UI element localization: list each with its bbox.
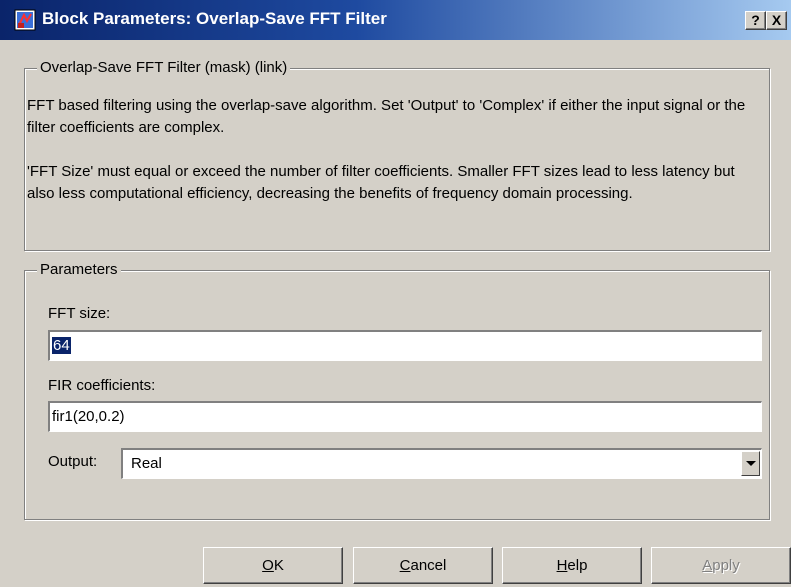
fft-size-input[interactable]: 64 [48, 330, 762, 361]
parameters-legend: Parameters [37, 261, 121, 278]
description-paragraph-1: FFT based filtering using the overlap-sa… [27, 97, 746, 136]
fft-size-value: 64 [52, 337, 71, 354]
output-label: Output: [48, 453, 98, 470]
cancel-label-rest: ancel [410, 556, 447, 574]
description-legend: Overlap-Save FFT Filter (mask) (link) [37, 59, 291, 76]
fir-coefficients-value: fir1(20,0.2) [52, 408, 125, 425]
ok-button[interactable]: OK [203, 547, 343, 584]
output-selected-value: Real [131, 455, 162, 472]
ok-mnemonic: O [262, 556, 274, 574]
fft-size-label: FFT size: [48, 305, 111, 322]
output-select[interactable]: Real [121, 448, 762, 479]
apply-button[interactable]: Apply [651, 547, 791, 584]
cancel-button[interactable]: Cancel [353, 547, 493, 584]
help-mnemonic: H [556, 556, 568, 574]
parameters-group: Parameters [24, 261, 770, 520]
question-mark-icon[interactable]: ? [745, 11, 766, 30]
close-x-icon[interactable]: X [766, 11, 787, 30]
ok-label-rest: K [273, 556, 284, 574]
apply-label-rest: pply [712, 556, 740, 574]
simulink-block-icon [14, 9, 36, 31]
help-label-rest: elp [567, 556, 588, 574]
chevron-down-icon[interactable] [741, 451, 760, 476]
fir-coefficients-input[interactable]: fir1(20,0.2) [48, 401, 762, 432]
window-title: Block Parameters: Overlap-Save FFT Filte… [42, 9, 387, 28]
help-button[interactable]: Help [502, 547, 642, 584]
description-paragraph-2: 'FFT Size' must equal or exceed the numb… [27, 163, 735, 202]
fir-coefficients-label: FIR coefficients: [48, 377, 156, 394]
apply-mnemonic: A [702, 556, 713, 574]
cancel-mnemonic: C [399, 556, 411, 574]
title-bar[interactable]: Block Parameters: Overlap-Save FFT Filte… [0, 0, 791, 40]
